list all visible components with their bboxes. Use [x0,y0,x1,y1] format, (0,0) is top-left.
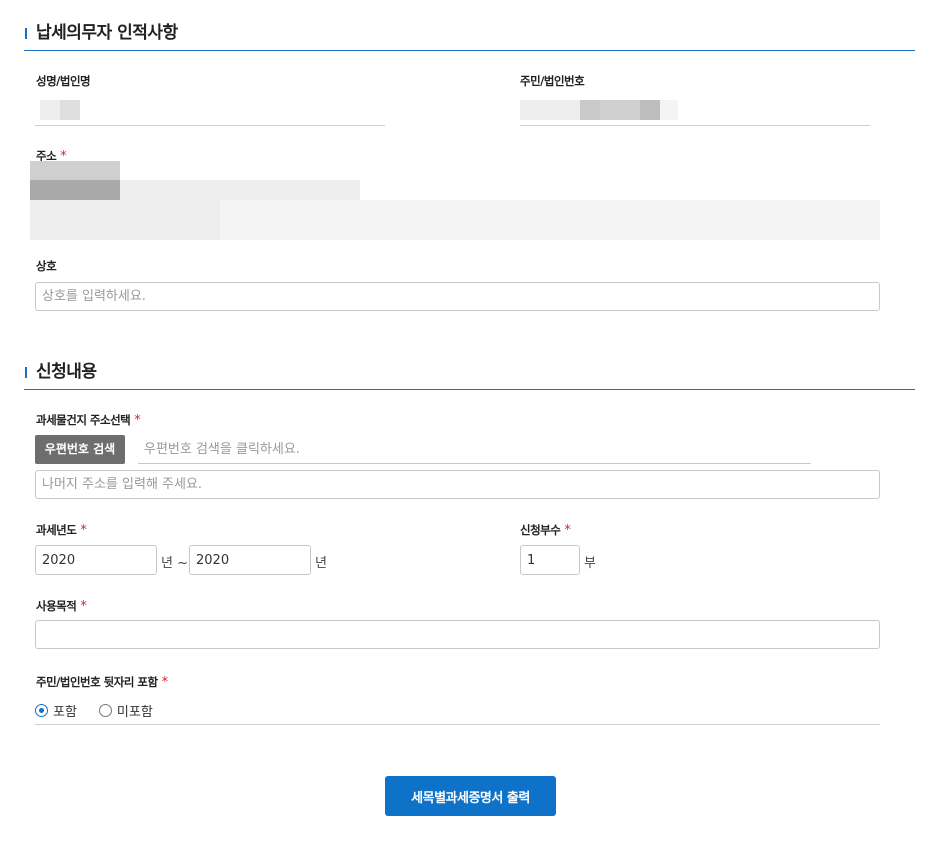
include-back-digits-label: 주민/법인번호 뒷자리 포함 * [36,674,168,690]
name-label: 성명/법인명 [36,74,91,88]
id-underline [520,125,870,126]
year-from-input[interactable] [35,545,157,575]
name-underline [35,125,385,126]
radio-exclude[interactable] [98,704,112,717]
trade-name-label: 상호 [36,259,57,273]
section-marker [25,367,27,378]
required-mark: * [80,599,87,614]
tax-year-label-text: 과세년도 [36,523,77,537]
zip-search-button[interactable]: 우편번호 검색 [35,435,125,464]
required-mark: * [80,523,87,538]
copies-label-text: 신청부수 [520,523,561,537]
copies-input[interactable] [520,545,580,575]
tax-year-label: 과세년도 * [36,522,87,538]
copies-label: 신청부수 * [520,522,571,538]
print-certificate-button[interactable]: 세목별과세증명서 출력 [385,776,556,816]
section-header-request: 신청내용 [24,353,915,390]
section-marker [25,28,27,39]
radio-include-label[interactable]: 포함 [53,701,77,720]
required-mark: * [134,413,141,428]
year-unit: 년 [315,556,327,571]
copies-unit: 부 [584,556,596,571]
include-back-digits-label-text: 주민/법인번호 뒷자리 포함 [36,675,158,689]
section-header-taxpayer: 납세의무자 인적사항 [24,14,915,51]
radio-exclude-label[interactable]: 미포함 [117,701,153,720]
year-unit-separator: 년 ~ [161,556,188,571]
purpose-input[interactable] [35,620,880,649]
include-back-digits-radio-group: 포함 미포함 [35,701,175,720]
rest-address-input[interactable] [35,470,880,499]
property-address-label-text: 과세물건지 주소선택 [36,413,131,427]
section-title-taxpayer: 납세의무자 인적사항 [36,23,178,43]
year-to-input[interactable] [189,545,311,575]
purpose-label-text: 사용목적 [36,599,77,613]
required-mark: * [564,523,571,538]
required-mark: * [161,675,169,690]
radio-include[interactable] [35,704,48,717]
zip-code-input[interactable] [138,436,811,464]
id-label: 주민/법인번호 [520,74,585,88]
radio-underline [35,724,880,725]
purpose-label: 사용목적 * [36,598,87,614]
property-address-label: 과세물건지 주소선택 * [36,412,141,428]
section-title-request: 신청내용 [36,362,97,382]
trade-name-input[interactable] [35,282,880,311]
